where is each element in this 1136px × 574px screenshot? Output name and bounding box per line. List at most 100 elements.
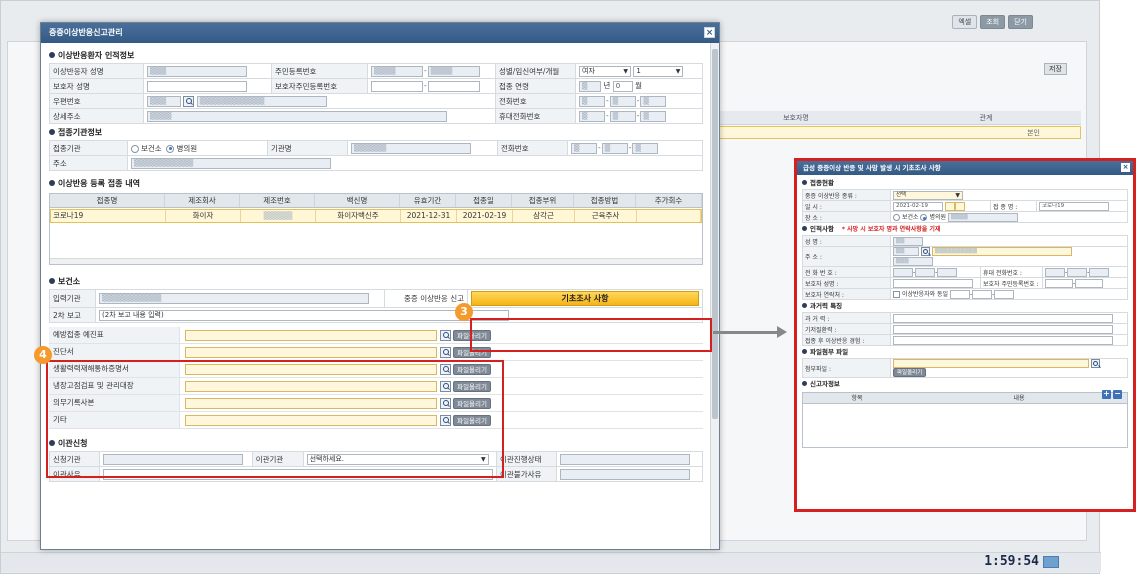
radio-health-center[interactable] [893,214,900,221]
org-phone-3-input[interactable]: ▒ [632,142,659,154]
mobile-3-input[interactable]: ▒ [640,110,667,122]
prior-reaction-input[interactable] [893,335,1113,345]
reporter-grid-header: 항목 내용 [803,393,1127,404]
search-icon[interactable] [920,247,930,256]
background-grid-header: 보호자명 관계 [701,111,1081,125]
background-grid-row[interactable]: 본인 [701,126,1081,139]
grid-header-cell: 유효기간 [400,194,456,207]
patient-name-input[interactable]: ▒▒▒ [147,65,247,77]
minute-input[interactable] [954,201,965,211]
close-icon[interactable]: × [704,27,715,38]
guardian-rrn-back-input[interactable] [427,80,480,92]
phone-3-input[interactable]: ▒ [640,95,667,107]
d2-phone-3-input[interactable] [937,267,958,277]
row-controls: + − [1102,390,1122,399]
pregnancy-select[interactable]: 1 ▼ [633,65,684,77]
place-name-input[interactable]: ▒▒▒▒ [947,213,1018,222]
d2-guardian-phone-3-input[interactable] [994,290,1015,299]
background-save-button[interactable]: 저장 [1044,63,1067,75]
attachment-file-input[interactable] [185,346,437,358]
guardian-rrn-front-input[interactable] [371,80,423,92]
radio-clinic[interactable] [166,144,175,153]
age-year-input[interactable]: ▒ [579,80,601,92]
label: 첨부파일 : [802,358,891,378]
close-icon[interactable]: × [1121,163,1130,172]
org-phone-1-input[interactable]: ▒ [571,142,597,154]
scroll-thumb[interactable] [712,49,718,419]
search-button[interactable]: 조회 [980,15,1006,29]
age-month-input[interactable]: 0 [612,80,633,92]
search-icon[interactable] [1090,359,1100,368]
input-org-input[interactable]: ▒▒▒▒▒▒▒▒▒▒▒ [99,293,370,304]
postal-input[interactable]: ▒▒▒ [147,95,181,107]
rrn-front-input[interactable]: ▒▒▒▒ [371,65,423,77]
guardian-name-input[interactable] [147,80,247,92]
phone-2-input[interactable]: ▒ [609,95,636,107]
transfer-status-input[interactable] [560,453,690,465]
d2-address-input[interactable]: ▒▒▒▒▒▒▒▒▒▒ [931,247,1072,256]
address-input[interactable]: ▒▒▒▒▒▒▒▒▒▒▒▒ [196,95,327,107]
dialog-scrollbar[interactable] [710,43,719,549]
vaccination-grid: 접종명 제조회사 제조번호 백신명 유효기간 접종일 접종부위 접종방법 추가회… [49,193,703,265]
d2-mobile-1-input[interactable] [1045,267,1065,277]
d2-mobile-3-input[interactable] [1089,267,1110,277]
remove-row-icon[interactable]: − [1113,390,1122,399]
hour-input[interactable] [944,201,955,211]
mobile-1-input[interactable]: ▒ [579,110,605,122]
d2-guardian-phone-2-input[interactable] [972,290,993,299]
label: 일 시 : [802,200,891,212]
attachment-file-input[interactable] [185,329,437,341]
add-row-icon[interactable]: + [1102,390,1111,399]
label: 주 소 : [802,246,891,267]
close-button[interactable]: 닫기 [1008,15,1033,29]
background-grid-col: 관계 [979,114,993,122]
callout-badge-4: 4 [34,346,52,364]
d2-guardian-phone-1-input[interactable] [950,290,970,299]
past-history-input[interactable] [893,313,1113,323]
radio-health-center[interactable] [131,144,139,153]
vaccine-name-input[interactable]: 코로나19 [1039,201,1109,211]
d2-attachment-input[interactable] [893,359,1089,368]
basic-survey-button[interactable]: 기초조사 사항 [471,291,699,306]
search-icon[interactable] [439,346,451,358]
rrn-back-input[interactable]: ▒▒▒▒ [427,65,480,77]
d2-detail-address-input[interactable]: ▒▒▒ [893,257,933,266]
section-institution-title: 접종기관정보 [49,126,703,140]
reaction-type-select[interactable]: 선택 ▼ [893,190,963,200]
search-icon[interactable] [183,95,195,107]
label: 휴대 전화번호 : [980,266,1043,278]
second-report-input[interactable]: (2차 보고 내용 입력) [99,309,510,321]
grid-horizontal-scrollbar[interactable] [50,258,702,264]
d2-guardian-name-input[interactable] [893,278,973,288]
date-input[interactable]: 2021-02-19 [893,201,943,211]
label: 기관명 [267,140,348,156]
d2-upload-button[interactable]: 파일올리기 [893,368,927,377]
bullet-icon [802,303,807,308]
search-icon[interactable] [439,329,451,341]
gender-select[interactable]: 여자 ▼ [579,65,631,77]
personal-note: * 사망 시 보호자 명과 연락사항을 기재 [841,226,941,233]
detail-address-input[interactable]: ▒▒▒▒ [147,110,447,122]
org-address-input[interactable]: ▒▒▒▒▒▒▒▒▒▒▒ [131,157,331,169]
d2-vaccination-form: 중증 이상반응 종류 : 선택 ▼ 일 시 : 2021-02-19 접 종 명 … [802,189,1128,223]
attachment-label: 예방접종 예진표 [49,327,180,343]
deny-reason-input[interactable] [560,468,690,480]
underlying-disease-input[interactable] [893,324,1113,334]
org-phone-2-input[interactable]: ▒ [601,142,628,154]
d2-guardian-rrn-back-input[interactable] [1075,278,1104,288]
mobile-2-input[interactable]: ▒ [609,110,636,122]
org-name-input[interactable]: ▒▒▒▒▒▒ [351,142,471,154]
excel-button[interactable]: 엑셀 [952,15,978,29]
d2-phone-2-input[interactable] [915,267,936,277]
table-row[interactable]: 코로나19 화이자 ▒▒▒▒▒ 화이자백신주 2021-12-31 2021-0… [50,209,702,223]
d2-name-input[interactable]: ▒▒ [893,236,923,246]
radio-clinic[interactable] [920,214,928,221]
d2-guardian-rrn-front-input[interactable] [1045,278,1073,288]
background-grid-col: 보호자명 [783,114,809,122]
same-as-patient-checkbox[interactable] [893,291,900,298]
extend-session-button[interactable] [1043,556,1059,568]
d2-postal-input[interactable]: ▒▒ [893,247,919,256]
phone-1-input[interactable]: ▒ [579,95,605,107]
d2-mobile-2-input[interactable] [1067,267,1088,277]
d2-phone-1-input[interactable] [893,267,913,277]
